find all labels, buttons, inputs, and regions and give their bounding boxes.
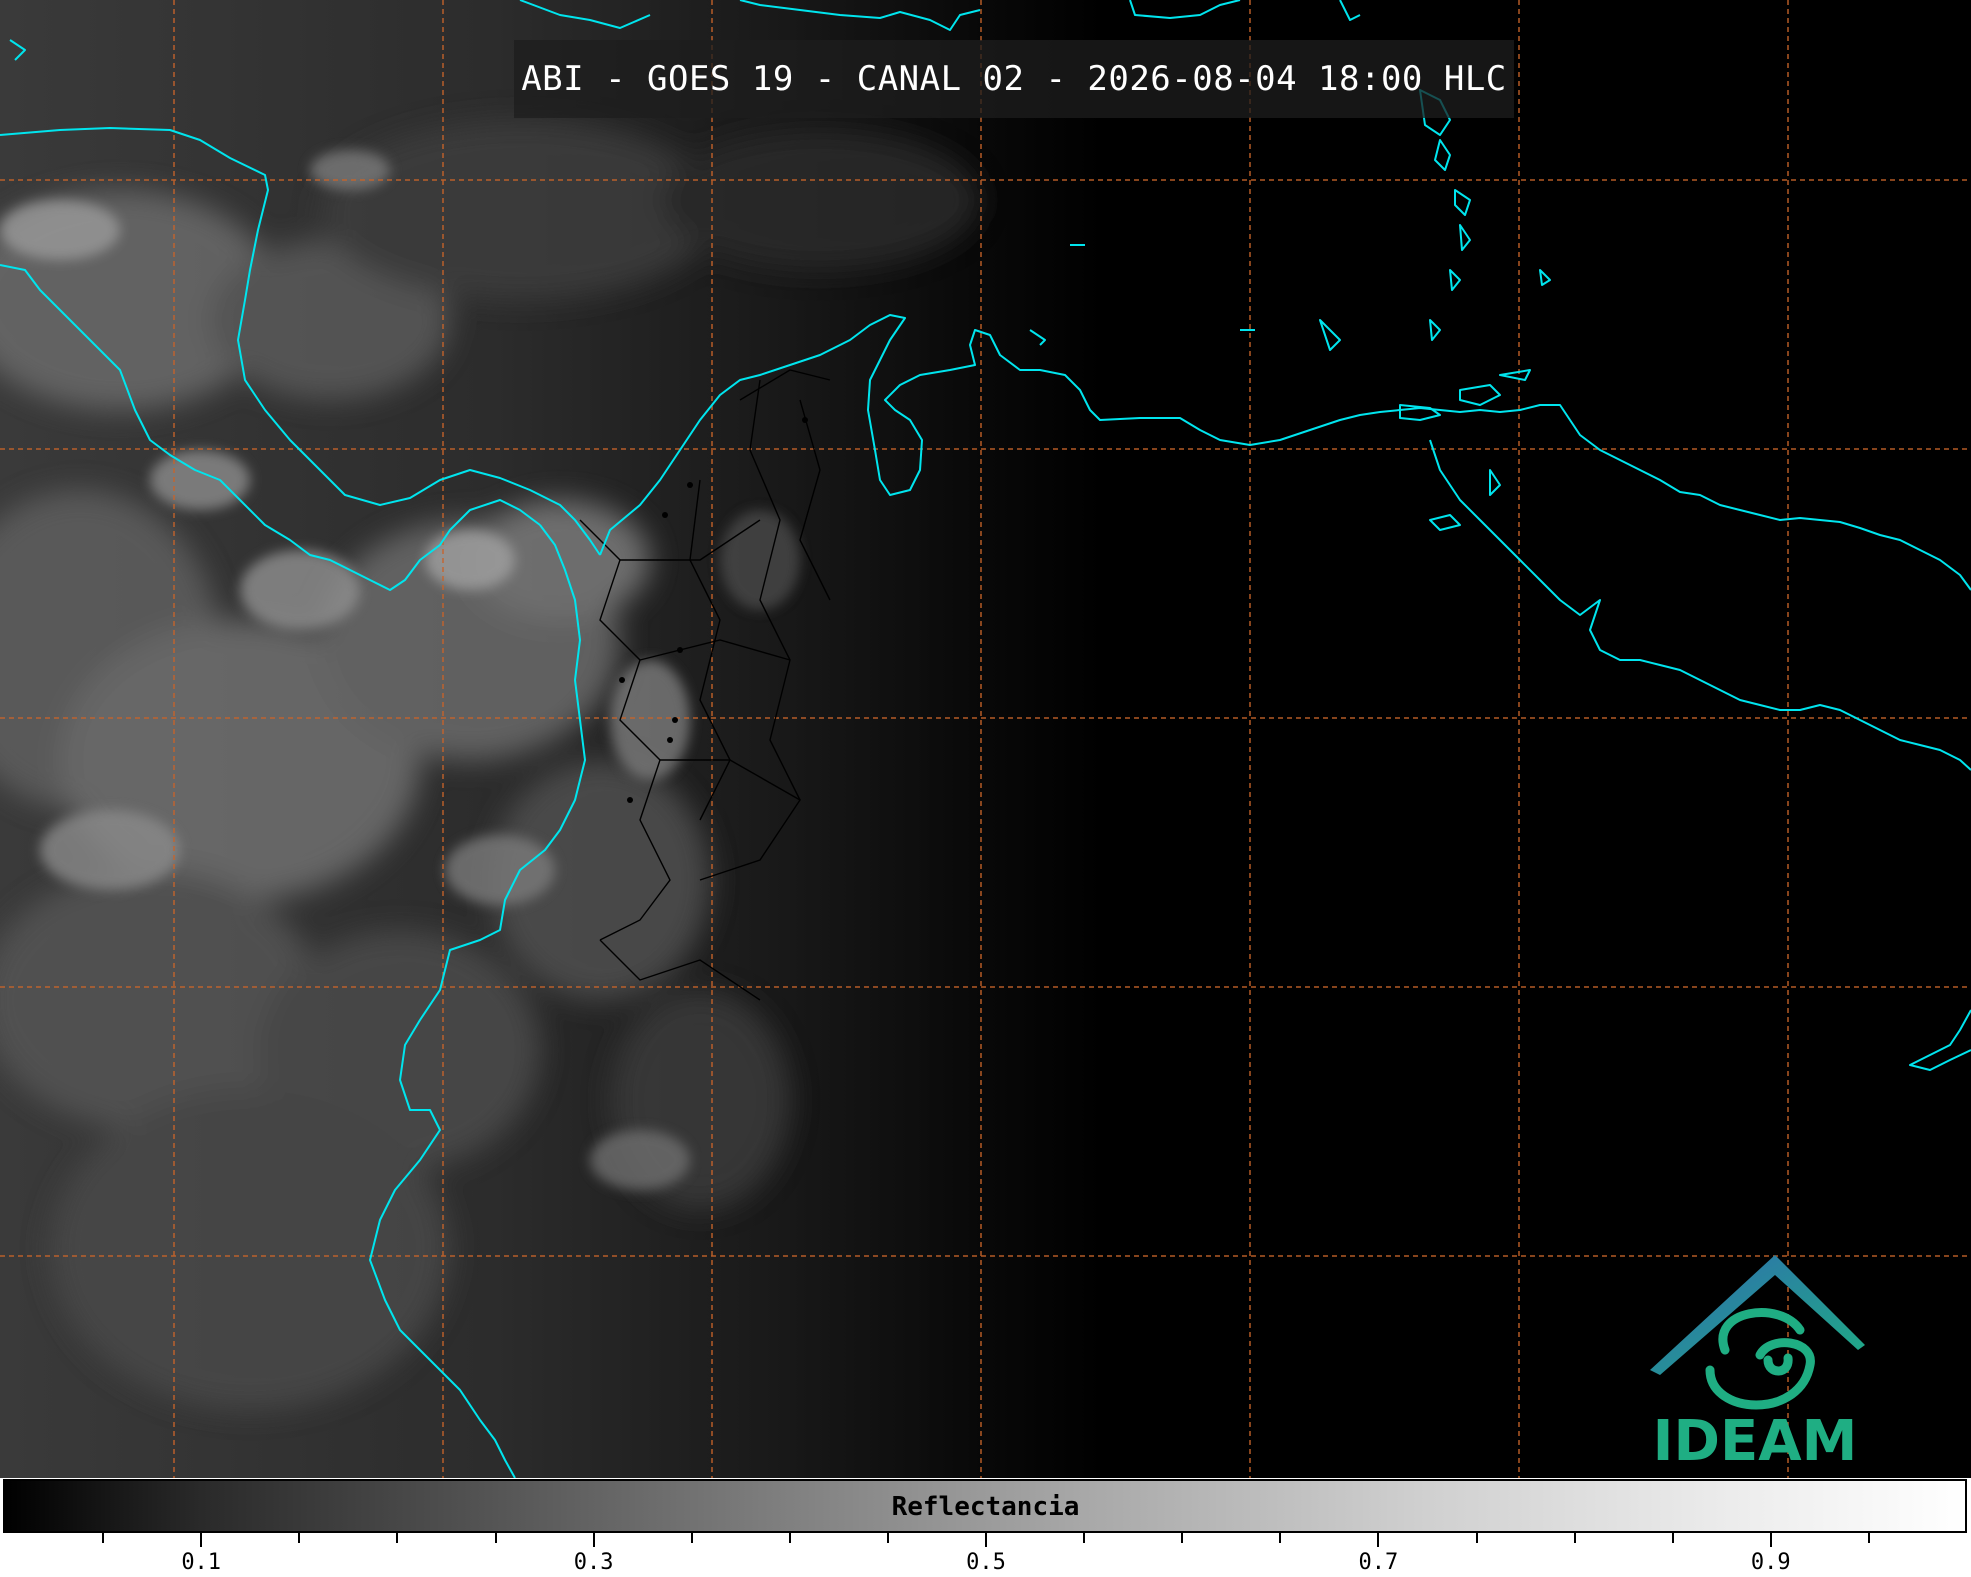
colorbar-label: Reflectancia	[891, 1492, 1080, 1522]
colorbar-tick-label: 0.3	[573, 1550, 614, 1575]
colorbar-major-tick	[1377, 1533, 1380, 1547]
colorbar-minor-tick	[1671, 1533, 1674, 1543]
colorbar-minor-tick	[690, 1533, 693, 1543]
colorbar-minor-tick	[494, 1533, 497, 1543]
colorbar-minor-tick	[1181, 1533, 1184, 1543]
colorbar-minor-tick	[788, 1533, 791, 1543]
colorbar-minor-tick	[1083, 1533, 1086, 1543]
colorbar-tick-label: 0.7	[1358, 1550, 1399, 1575]
colorbar-tick-label: 0.9	[1750, 1550, 1791, 1575]
colorbar-tick-label: 0.1	[181, 1550, 222, 1575]
colorbar-minor-tick	[396, 1533, 399, 1543]
image-title: ABI - GOES 19 - CANAL 02 - 2026-08-04 18…	[521, 59, 1507, 99]
ideam-logo-text: IDEAM	[1652, 1409, 1858, 1474]
colorbar-minor-tick	[102, 1533, 105, 1543]
colorbar-major-tick	[592, 1533, 595, 1547]
colorbar-minor-tick	[1573, 1533, 1576, 1543]
satellite-viewer: ABI - GOES 19 - CANAL 02 - 2026-08-04 18…	[0, 0, 1971, 1577]
colorbar-major-tick	[1769, 1533, 1772, 1547]
colorbar-tick-label: 0.5	[966, 1550, 1006, 1575]
colorbar-major-tick	[985, 1533, 987, 1547]
colorbar-minor-tick	[1867, 1533, 1870, 1543]
colorbar-minor-tick	[1475, 1533, 1478, 1543]
colorbar-minor-tick	[1279, 1533, 1282, 1543]
colorbar-minor-tick	[886, 1533, 889, 1543]
colorbar-major-tick	[200, 1533, 203, 1547]
colorbar-minor-tick	[298, 1533, 301, 1543]
